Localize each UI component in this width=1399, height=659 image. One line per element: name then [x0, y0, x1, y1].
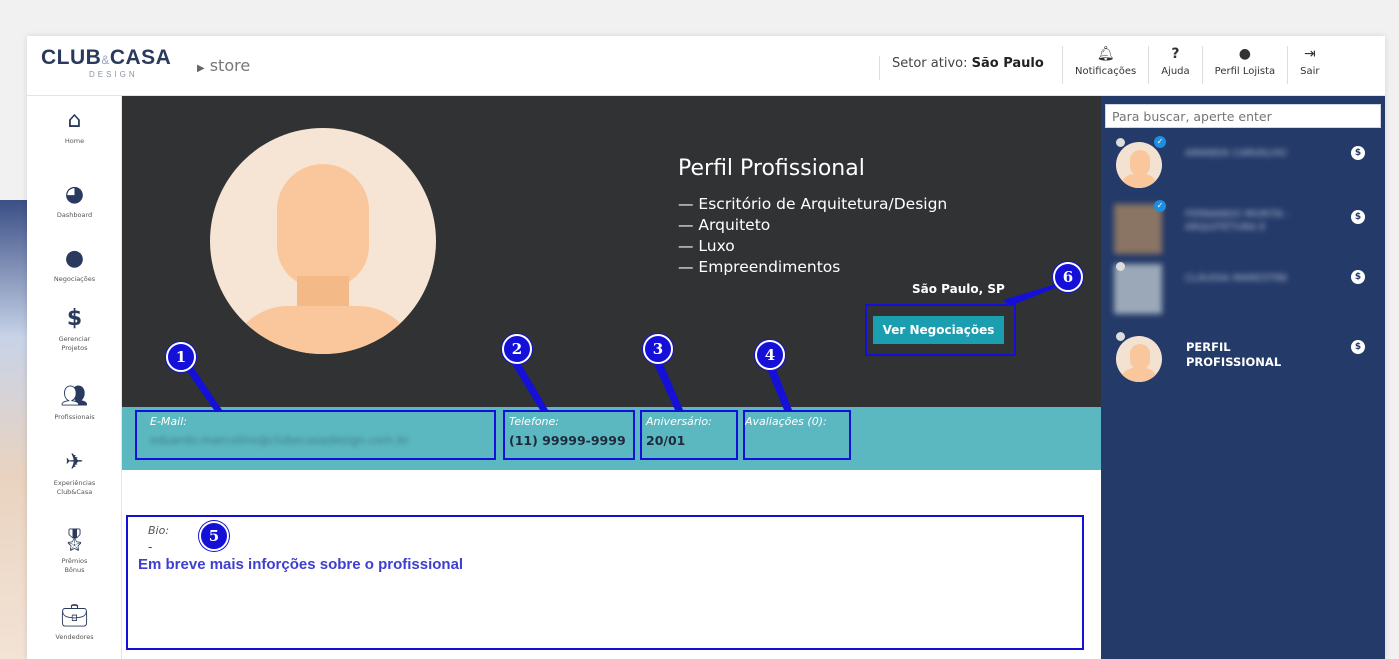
sidebar-item-projects[interactable]: $ Gerenciar Projetos — [27, 306, 122, 353]
sidebar-item-negotiations[interactable]: ● Negociações — [27, 246, 122, 284]
status-dot-icon — [1116, 262, 1125, 271]
contact-item[interactable]: ✓ FERNANDO MORITA - ARQUITETURA E $ — [1101, 198, 1385, 256]
profile-tag: — Luxo — [678, 237, 735, 255]
profile-tag: — Arquiteto — [678, 216, 771, 234]
user-icon: ● — [1238, 46, 1252, 62]
contacts-panel: ✓ AMANDA CARVALHO $ ✓ FERNANDO MORITA - … — [1101, 96, 1385, 659]
award-icon: 🎖︎ — [60, 528, 89, 553]
sidebar-item-experiences[interactable]: ✈ Experiências Club&Casa — [27, 450, 122, 497]
pie-chart-icon: ◕ — [64, 182, 85, 207]
top-bar: CLUB&CASA DESIGN ▶ store Setor ativo: São… — [27, 36, 1385, 96]
sidebar-item-awards[interactable]: 🎖︎ Prêmios Bônus — [27, 528, 122, 575]
annotation-marker-6: 6 — [1053, 262, 1083, 292]
contact-item[interactable]: PERFIL PROFISSIONAL $ — [1101, 328, 1385, 386]
profile-title: Perfil Profissional — [678, 156, 865, 181]
nav-logout[interactable]: ⇥ Sair — [1287, 46, 1331, 84]
annotation-box-3 — [640, 410, 738, 460]
annotation-box-1 — [135, 410, 496, 460]
chat-icon[interactable]: $ — [1351, 210, 1365, 224]
briefcase-icon: 💼︎ — [60, 604, 89, 629]
sidebar-item-sellers[interactable]: 💼︎ Vendedores — [27, 604, 122, 642]
contact-photo — [1114, 204, 1162, 254]
question-icon: ? — [1171, 46, 1180, 62]
sidebar-item-home[interactable]: ⌂ Home — [27, 108, 122, 146]
verified-check-icon: ✓ — [1154, 200, 1166, 212]
profile-tags: — Escritório de Arquitetura/Design — Arq… — [678, 194, 947, 278]
annotation-box-5 — [126, 515, 1084, 650]
plane-icon: ✈ — [65, 450, 84, 475]
profile-tag: — Escritório de Arquitetura/Design — [678, 195, 948, 213]
contact-name: PERFIL PROFISSIONAL — [1186, 340, 1282, 369]
contact-avatar — [1116, 336, 1162, 382]
sidebar-item-professionals[interactable]: 👥︎ Profissionais — [27, 384, 122, 422]
profile-avatar — [210, 128, 436, 354]
annotation-box-2 — [503, 410, 635, 460]
nav-notifications[interactable]: 🔔︎ Notificações — [1062, 46, 1148, 84]
chat-icon[interactable]: $ — [1351, 146, 1365, 160]
contact-item[interactable]: ✓ AMANDA CARVALHO $ — [1101, 134, 1385, 192]
dollar-icon: $ — [66, 306, 83, 331]
status-dot-icon — [1116, 332, 1125, 341]
profile-tag: — Empreendimentos — [678, 258, 841, 276]
contact-item[interactable]: CLÁUDIA MARESTINI $ — [1101, 258, 1385, 316]
sidebar-item-dashboard[interactable]: ◕ Dashboard — [27, 182, 122, 220]
contact-name: AMANDA CARVALHO — [1185, 148, 1287, 159]
annotation-marker-1: 1 — [166, 342, 196, 372]
annotation-box-6 — [865, 304, 1016, 356]
contact-name: FERNANDO MORITA - ARQUITETURA E — [1185, 209, 1290, 233]
chat-icon[interactable]: $ — [1351, 270, 1365, 284]
logo[interactable]: CLUB&CASA DESIGN — [41, 47, 171, 80]
contacts-search-input[interactable] — [1105, 104, 1381, 128]
verified-check-icon: ✓ — [1154, 136, 1166, 148]
bell-icon: 🔔︎ — [1096, 46, 1115, 62]
money-bubble-icon: ● — [64, 246, 85, 271]
sidebar: ⌂ Home ◕ Dashboard ● Negociações $ Geren… — [27, 96, 122, 659]
logout-icon: ⇥ — [1303, 46, 1316, 62]
profile-hero: Perfil Profissional — Escritório de Arqu… — [122, 96, 1101, 407]
nav-store-profile[interactable]: ● Perfil Lojista — [1201, 46, 1288, 84]
contact-name: CLÁUDIA MARESTINI — [1185, 273, 1288, 284]
active-sector-value: São Paulo — [971, 56, 1044, 71]
chat-icon[interactable]: $ — [1351, 340, 1365, 354]
background-artwork — [0, 200, 30, 659]
active-sector: Setor ativo: São Paulo — [879, 56, 1044, 80]
annotation-marker-2: 2 — [502, 334, 532, 364]
profile-location: São Paulo, SP — [912, 282, 1005, 296]
status-dot-icon — [1116, 138, 1125, 147]
home-icon: ⌂ — [67, 108, 82, 133]
annotation-marker-4: 4 — [755, 340, 785, 370]
users-icon: 👥︎ — [60, 384, 89, 409]
annotation-marker-5: 5 — [199, 521, 229, 551]
top-nav: 🔔︎ Notificações ? Ajuda ● Perfil Lojista… — [1062, 46, 1332, 84]
contact-photo — [1114, 264, 1162, 314]
annotation-box-4 — [743, 410, 851, 460]
nav-help[interactable]: ? Ajuda — [1148, 46, 1201, 84]
annotation-marker-3: 3 — [643, 334, 673, 364]
caret-right-icon: ▶ — [197, 63, 205, 74]
contact-avatar — [1116, 142, 1162, 188]
store-breadcrumb[interactable]: ▶ store — [197, 56, 250, 75]
